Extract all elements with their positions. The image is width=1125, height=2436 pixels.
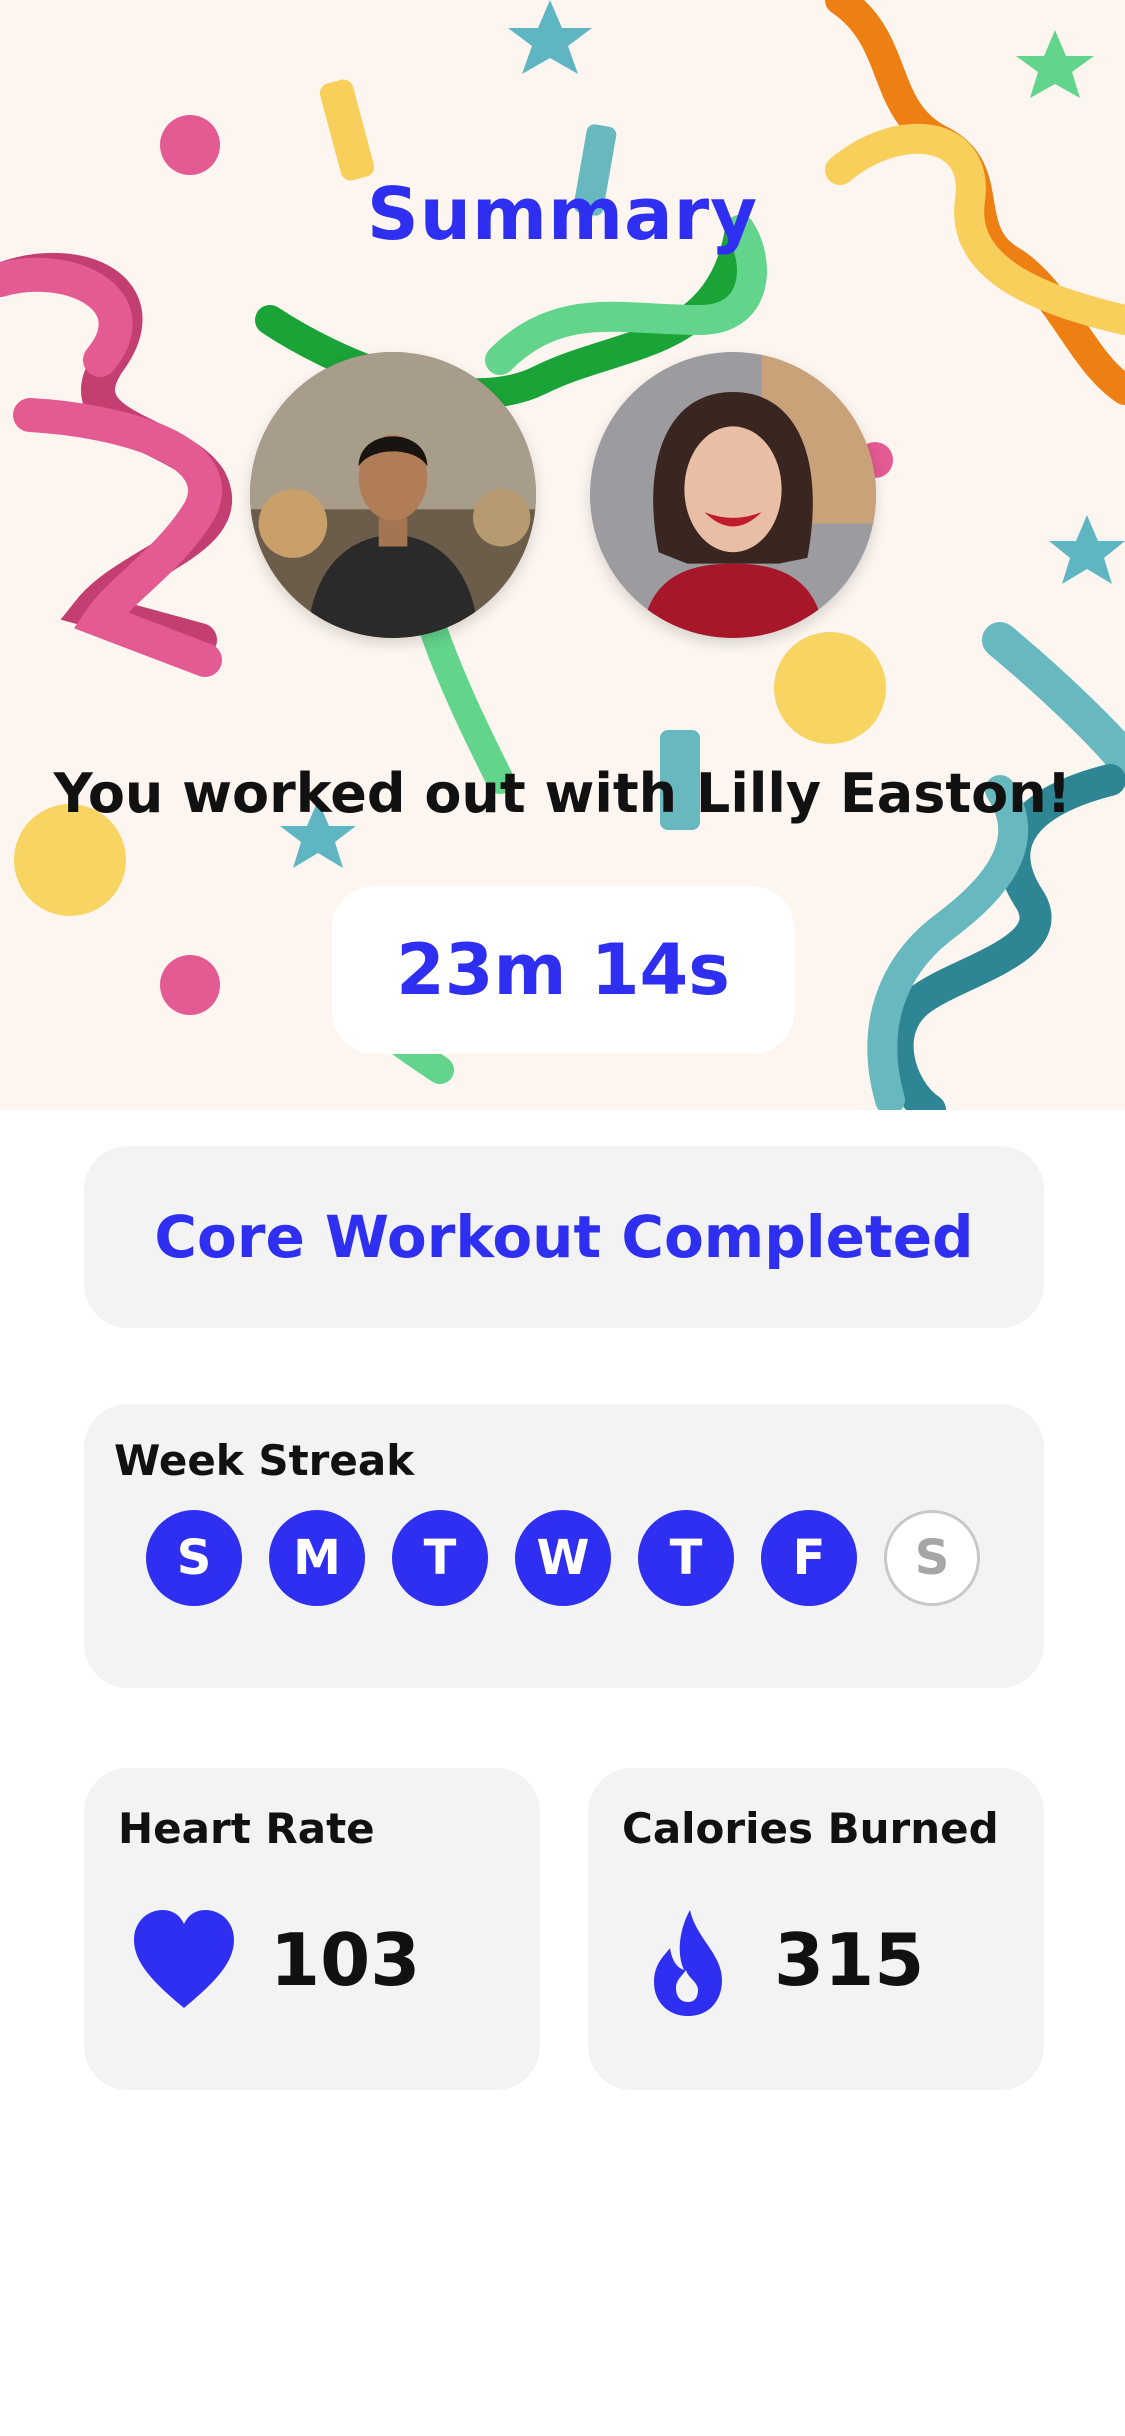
workout-completed-label: Core Workout Completed [154, 1203, 974, 1271]
calories-card: Calories Burned 315 [588, 1768, 1044, 2090]
streak-day-tuesday: T [392, 1510, 488, 1606]
streak-day-sunday: S [146, 1510, 242, 1606]
avatar-photo [250, 352, 536, 638]
workout-partner-message: You worked out with Lilly Easton! [53, 762, 1072, 825]
calories-value: 315 [774, 1918, 925, 2002]
heart-rate-value: 103 [270, 1918, 421, 2002]
heart-rate-card: Heart Rate 103 [84, 1768, 540, 2090]
heart-rate-label: Heart Rate [118, 1804, 375, 1853]
heart-icon [134, 1910, 234, 2008]
workout-completed-card: Core Workout Completed [84, 1146, 1044, 1328]
streak-day-wednesday: W [515, 1510, 611, 1606]
partner-avatar-lilly[interactable] [590, 352, 876, 638]
workout-duration: 23m 14s [332, 886, 794, 1054]
streak-day-saturday: S [884, 1510, 980, 1606]
streak-day-thursday: T [638, 1510, 734, 1606]
partner-avatar-user[interactable] [250, 352, 536, 638]
page-title: Summary [366, 172, 759, 256]
flame-icon [654, 1910, 722, 2016]
week-streak-card: Week Streak S M T W T F S [84, 1404, 1044, 1688]
week-streak-label: Week Streak [114, 1436, 415, 1485]
streak-days: S M T W T F S [146, 1510, 986, 1606]
streak-day-friday: F [761, 1510, 857, 1606]
avatar-photo [590, 352, 876, 638]
calories-label: Calories Burned [622, 1804, 999, 1853]
hero-section: Summary You worked out with Lilly Easton… [0, 0, 1125, 1110]
streak-day-monday: M [269, 1510, 365, 1606]
